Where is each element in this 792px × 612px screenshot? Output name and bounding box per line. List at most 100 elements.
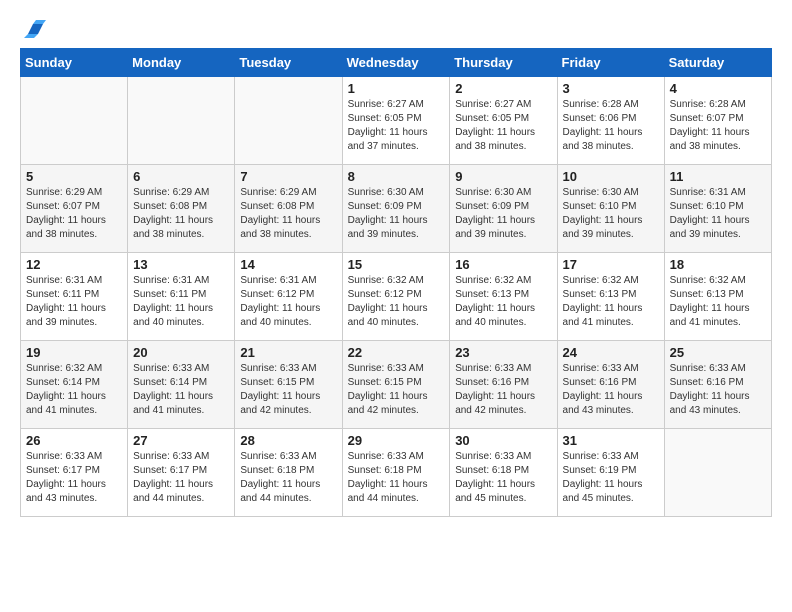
calendar-cell: 14 Sunrise: 6:31 AM Sunset: 6:12 PM Dayli… <box>235 253 342 341</box>
calendar-cell: 19 Sunrise: 6:32 AM Sunset: 6:14 PM Dayli… <box>21 341 128 429</box>
header-monday: Monday <box>128 49 235 77</box>
week-row-3: 12 Sunrise: 6:31 AM Sunset: 6:11 PM Dayli… <box>21 253 772 341</box>
day-number: 10 <box>563 169 659 184</box>
day-number: 13 <box>133 257 229 272</box>
day-info: Sunrise: 6:33 AM Sunset: 6:15 PM Dayligh… <box>240 362 336 418</box>
day-number: 27 <box>133 433 229 448</box>
day-number: 11 <box>670 169 766 184</box>
calendar-cell: 8 Sunrise: 6:30 AM Sunset: 6:09 PM Daylig… <box>342 165 450 253</box>
calendar-cell: 3Sunrise: 6:28 AM Sunset: 6:06 PM Daylig… <box>557 77 664 165</box>
day-number: 12 <box>26 257 122 272</box>
calendar-cell: 18 Sunrise: 6:32 AM Sunset: 6:13 PM Dayli… <box>664 253 771 341</box>
calendar-cell: 16Sunrise: 6:32 AM Sunset: 6:13 PM Dayli… <box>450 253 557 341</box>
header <box>20 20 772 38</box>
calendar-cell: 30 Sunrise: 6:33 AM Sunset: 6:18 PM Dayli… <box>450 429 557 517</box>
calendar-cell: 2 Sunrise: 6:27 AM Sunset: 6:05 PM Daylig… <box>450 77 557 165</box>
calendar-cell: 31 Sunrise: 6:33 AM Sunset: 6:19 PM Dayli… <box>557 429 664 517</box>
calendar-cell: 9 Sunrise: 6:30 AM Sunset: 6:09 PM Daylig… <box>450 165 557 253</box>
day-number: 30 <box>455 433 551 448</box>
day-number: 23 <box>455 345 551 360</box>
day-number: 19 <box>26 345 122 360</box>
day-info: Sunrise: 6:33 AM Sunset: 6:18 PM Dayligh… <box>240 450 336 506</box>
day-info: Sunrise: 6:28 AM Sunset: 6:07 PM Dayligh… <box>670 98 766 154</box>
day-info: Sunrise: 6:29 AM Sunset: 6:08 PM Dayligh… <box>240 186 336 242</box>
week-row-4: 19 Sunrise: 6:32 AM Sunset: 6:14 PM Dayli… <box>21 341 772 429</box>
day-info: Sunrise: 6:32 AM Sunset: 6:12 PM Dayligh… <box>348 274 445 330</box>
day-info: Sunrise: 6:31 AM Sunset: 6:11 PM Dayligh… <box>26 274 122 330</box>
header-tuesday: Tuesday <box>235 49 342 77</box>
day-info: Sunrise: 6:31 AM Sunset: 6:12 PM Dayligh… <box>240 274 336 330</box>
day-info: Sunrise: 6:33 AM Sunset: 6:18 PM Dayligh… <box>348 450 445 506</box>
day-number: 1 <box>348 81 445 96</box>
calendar-cell <box>235 77 342 165</box>
day-info: Sunrise: 6:33 AM Sunset: 6:16 PM Dayligh… <box>670 362 766 418</box>
day-number: 24 <box>563 345 659 360</box>
header-wednesday: Wednesday <box>342 49 450 77</box>
calendar-cell: 5Sunrise: 6:29 AM Sunset: 6:07 PM Daylig… <box>21 165 128 253</box>
calendar-cell: 26Sunrise: 6:33 AM Sunset: 6:17 PM Dayli… <box>21 429 128 517</box>
day-info: Sunrise: 6:28 AM Sunset: 6:06 PM Dayligh… <box>563 98 659 154</box>
calendar-cell: 7 Sunrise: 6:29 AM Sunset: 6:08 PM Daylig… <box>235 165 342 253</box>
calendar: SundayMondayTuesdayWednesdayThursdayFrid… <box>20 48 772 517</box>
calendar-cell: 11 Sunrise: 6:31 AM Sunset: 6:10 PM Dayli… <box>664 165 771 253</box>
day-info: Sunrise: 6:33 AM Sunset: 6:14 PM Dayligh… <box>133 362 229 418</box>
day-info: Sunrise: 6:30 AM Sunset: 6:09 PM Dayligh… <box>348 186 445 242</box>
calendar-cell: 22Sunrise: 6:33 AM Sunset: 6:15 PM Dayli… <box>342 341 450 429</box>
day-number: 26 <box>26 433 122 448</box>
day-info: Sunrise: 6:30 AM Sunset: 6:10 PM Dayligh… <box>563 186 659 242</box>
day-info: Sunrise: 6:33 AM Sunset: 6:16 PM Dayligh… <box>455 362 551 418</box>
calendar-cell: 23 Sunrise: 6:33 AM Sunset: 6:16 PM Dayli… <box>450 341 557 429</box>
day-number: 21 <box>240 345 336 360</box>
day-info: Sunrise: 6:31 AM Sunset: 6:11 PM Dayligh… <box>133 274 229 330</box>
calendar-cell <box>21 77 128 165</box>
calendar-cell: 17Sunrise: 6:32 AM Sunset: 6:13 PM Dayli… <box>557 253 664 341</box>
week-row-2: 5Sunrise: 6:29 AM Sunset: 6:07 PM Daylig… <box>21 165 772 253</box>
day-info: Sunrise: 6:29 AM Sunset: 6:07 PM Dayligh… <box>26 186 122 242</box>
calendar-cell <box>128 77 235 165</box>
header-thursday: Thursday <box>450 49 557 77</box>
day-number: 18 <box>670 257 766 272</box>
day-info: Sunrise: 6:27 AM Sunset: 6:05 PM Dayligh… <box>455 98 551 154</box>
day-info: Sunrise: 6:33 AM Sunset: 6:17 PM Dayligh… <box>133 450 229 506</box>
week-row-5: 26 Sunrise: 6:33 AM Sunset: 6:17 PM Dayli… <box>21 429 772 517</box>
week-row-1: 1 Sunrise: 6:27 AM Sunset: 6:05 PM Daylig… <box>21 77 772 165</box>
day-info: Sunrise: 6:33 AM Sunset: 6:19 PM Dayligh… <box>563 450 659 506</box>
calendar-cell: 12 Sunrise: 6:31 AM Sunset: 6:11 PM Dayli… <box>21 253 128 341</box>
day-number: 16 <box>455 257 551 272</box>
day-number: 28 <box>240 433 336 448</box>
header-sunday: Sunday <box>21 49 128 77</box>
calendar-cell: 15 Sunrise: 6:32 AM Sunset: 6:12 PM Dayli… <box>342 253 450 341</box>
day-info: Sunrise: 6:32 AM Sunset: 6:14 PM Dayligh… <box>26 362 122 418</box>
day-number: 31 <box>563 433 659 448</box>
day-number: 29 <box>348 433 445 448</box>
day-number: 9 <box>455 169 551 184</box>
day-number: 15 <box>348 257 445 272</box>
day-number: 2 <box>455 81 551 96</box>
calendar-cell: 1 Sunrise: 6:27 AM Sunset: 6:05 PM Daylig… <box>342 77 450 165</box>
day-number: 14 <box>240 257 336 272</box>
day-info: Sunrise: 6:33 AM Sunset: 6:18 PM Dayligh… <box>455 450 551 506</box>
logo <box>20 20 48 38</box>
calendar-cell: 20Sunrise: 6:33 AM Sunset: 6:14 PM Dayli… <box>128 341 235 429</box>
logo-icon <box>24 20 46 38</box>
day-number: 25 <box>670 345 766 360</box>
day-number: 6 <box>133 169 229 184</box>
calendar-cell: 28 Sunrise: 6:33 AM Sunset: 6:18 PM Dayli… <box>235 429 342 517</box>
day-number: 8 <box>348 169 445 184</box>
calendar-cell: 6Sunrise: 6:29 AM Sunset: 6:08 PM Daylig… <box>128 165 235 253</box>
calendar-cell: 27 Sunrise: 6:33 AM Sunset: 6:17 PM Dayli… <box>128 429 235 517</box>
header-friday: Friday <box>557 49 664 77</box>
day-info: Sunrise: 6:30 AM Sunset: 6:09 PM Dayligh… <box>455 186 551 242</box>
calendar-cell: 13 Sunrise: 6:31 AM Sunset: 6:11 PM Dayli… <box>128 253 235 341</box>
calendar-cell: 29 Sunrise: 6:33 AM Sunset: 6:18 PM Dayli… <box>342 429 450 517</box>
calendar-cell: 21 Sunrise: 6:33 AM Sunset: 6:15 PM Dayli… <box>235 341 342 429</box>
day-info: Sunrise: 6:32 AM Sunset: 6:13 PM Dayligh… <box>563 274 659 330</box>
day-info: Sunrise: 6:32 AM Sunset: 6:13 PM Dayligh… <box>670 274 766 330</box>
day-info: Sunrise: 6:33 AM Sunset: 6:15 PM Dayligh… <box>348 362 445 418</box>
day-info: Sunrise: 6:31 AM Sunset: 6:10 PM Dayligh… <box>670 186 766 242</box>
day-info: Sunrise: 6:27 AM Sunset: 6:05 PM Dayligh… <box>348 98 445 154</box>
calendar-header-row: SundayMondayTuesdayWednesdayThursdayFrid… <box>21 49 772 77</box>
day-info: Sunrise: 6:33 AM Sunset: 6:16 PM Dayligh… <box>563 362 659 418</box>
day-number: 7 <box>240 169 336 184</box>
calendar-cell: 25 Sunrise: 6:33 AM Sunset: 6:16 PM Dayli… <box>664 341 771 429</box>
